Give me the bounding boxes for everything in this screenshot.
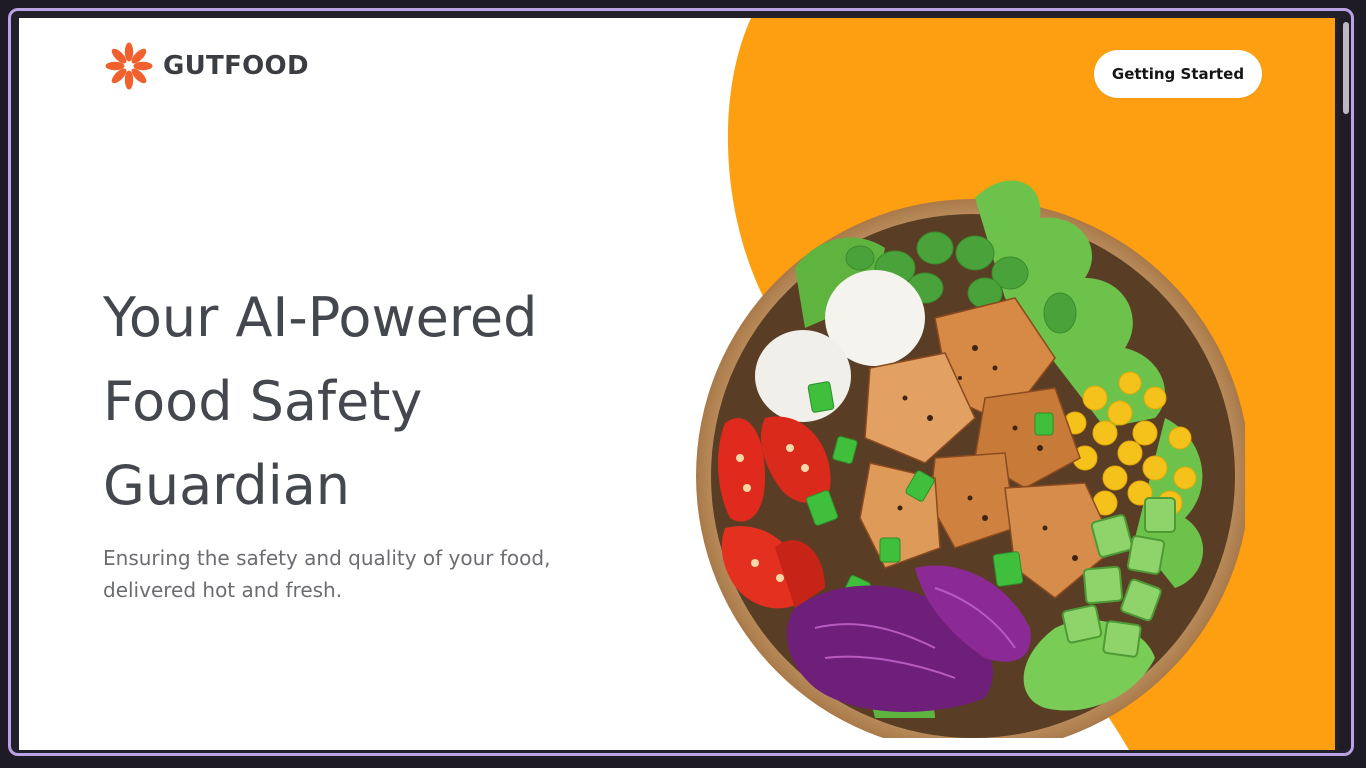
- getting-started-button[interactable]: Getting Started: [1094, 50, 1262, 98]
- hero-subtitle-line-1: Ensuring the safety and quality of your …: [103, 546, 551, 570]
- sunburst-flower-icon: [105, 42, 153, 90]
- hero-title-line-1: Your AI-Powered: [103, 286, 538, 349]
- browser-window: GUTFOOD Getting Started Your AI-Powered …: [8, 8, 1354, 756]
- brand-name: GUTFOOD: [163, 51, 309, 81]
- hero-title-line-2: Food Safety: [103, 370, 423, 433]
- page-viewport: GUTFOOD Getting Started Your AI-Powered …: [19, 18, 1335, 750]
- scrollbar-thumb[interactable]: [1343, 22, 1349, 114]
- brand-logo[interactable]: GUTFOOD: [103, 40, 309, 92]
- hero-title-line-3: Guardian: [103, 454, 351, 517]
- vertical-scrollbar[interactable]: [1339, 18, 1351, 750]
- hero-subtitle-line-2: delivered hot and fresh.: [103, 578, 343, 602]
- hero-title: Your AI-Powered Food Safety Guardian: [103, 276, 663, 528]
- site-header: GUTFOOD Getting Started: [19, 18, 1335, 108]
- salad-bowl-image: [696, 180, 1245, 738]
- hero-subtitle: Ensuring the safety and quality of your …: [103, 542, 623, 606]
